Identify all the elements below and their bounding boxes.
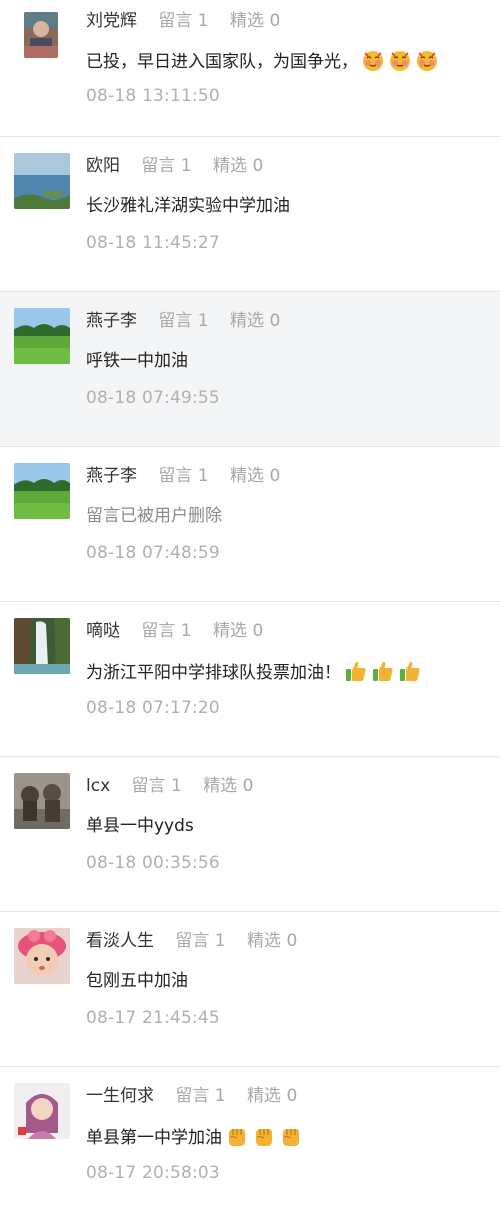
featured-count[interactable]: 精选 0 [247, 931, 297, 951]
portrait-avatar-image [24, 12, 58, 58]
featured-count[interactable]: 精选 0 [203, 776, 253, 796]
author-name[interactable]: 刘党辉 [86, 11, 137, 31]
featured-count[interactable]: 精选 0 [213, 621, 263, 641]
featured-count[interactable]: 精选 0 [230, 311, 280, 331]
comment-timestamp: 08-18 07:17:20 [86, 698, 220, 718]
reply-count[interactable]: 留言 1 [158, 11, 208, 31]
author-name[interactable]: 看淡人生 [86, 931, 154, 951]
comment-timestamp: 08-18 13:11:50 [86, 86, 220, 106]
reply-count[interactable]: 留言 1 [132, 776, 182, 796]
comment-meta: 一生何求 留言 1 精选 0 [86, 1085, 313, 1107]
comment-timestamp: 08-18 11:45:27 [86, 233, 220, 253]
avatar[interactable] [24, 12, 58, 58]
avatar[interactable] [14, 1083, 70, 1139]
comment-timestamp: 08-18 07:48:59 [86, 543, 220, 563]
blush-face-icon [388, 48, 412, 72]
featured-count[interactable]: 精选 0 [247, 1086, 297, 1106]
author-name[interactable]: 嘀哒 [86, 621, 120, 641]
comment-text: 包刚五中加油 [86, 971, 188, 991]
comment-item: 燕子李 留言 1 精选 0 呼铁一中加油 08-18 07:49:55 [0, 292, 500, 447]
comment-timestamp: 08-18 00:35:56 [86, 853, 220, 873]
comment-meta: 刘党辉 留言 1 精选 0 [86, 10, 296, 32]
comment-item: 嘀哒 留言 1 精选 0 为浙江平阳中学排球队投票加油！ 08-18 07:17… [0, 602, 500, 757]
comment-text: 单县第一中学加油 [86, 1124, 303, 1150]
comment-item: 看淡人生 留言 1 精选 0 包刚五中加油 08-17 21:45:45 [0, 912, 500, 1067]
comment-timestamp: 08-17 20:58:03 [86, 1163, 220, 1183]
statue-avatar-image [14, 773, 70, 829]
author-name[interactable]: lcx [86, 776, 110, 796]
author-name[interactable]: 欧阳 [86, 156, 120, 176]
fist-icon [225, 1124, 249, 1148]
comment-meta: 燕子李 留言 1 精选 0 [86, 465, 296, 487]
comment-text: 长沙雅礼洋湖实验中学加油 [86, 196, 290, 216]
reply-count[interactable]: 留言 1 [158, 311, 208, 331]
author-name[interactable]: 燕子李 [86, 311, 137, 331]
avatar[interactable] [14, 618, 70, 674]
comment-text-content: 单县第一中学加油 [86, 1128, 222, 1148]
reply-count[interactable]: 留言 1 [158, 466, 208, 486]
comment-text: 已投，早日进入国家队，为国争光， [86, 48, 439, 74]
comment-meta: 燕子李 留言 1 精选 0 [86, 310, 296, 332]
featured-count[interactable]: 精选 0 [230, 11, 280, 31]
reply-count[interactable]: 留言 1 [175, 1086, 225, 1106]
comment-item: 刘党辉 留言 1 精选 0 已投，早日进入国家队，为国争光， 08-18 13:… [0, 0, 500, 137]
meadow-avatar-image [14, 463, 70, 519]
comment-text-content: 为浙江平阳中学排球队投票加油！ [86, 663, 341, 683]
avatar[interactable] [14, 773, 70, 829]
comment-timestamp: 08-17 21:45:45 [86, 1008, 220, 1028]
comment-item: 一生何求 留言 1 精选 0 单县第一中学加油 08-17 20:58:03 [0, 1067, 500, 1222]
author-name[interactable]: 一生何求 [86, 1086, 154, 1106]
comment-text-content: 已投，早日进入国家队，为国争光， [86, 52, 358, 72]
avatar[interactable] [14, 928, 70, 984]
avatar[interactable] [14, 463, 70, 519]
baby-avatar-image [14, 928, 70, 984]
featured-count[interactable]: 精选 0 [230, 466, 280, 486]
woman-avatar-image [14, 1083, 70, 1139]
fist-icon [252, 1124, 276, 1148]
featured-count[interactable]: 精选 0 [213, 156, 263, 176]
meadow-avatar-image [14, 308, 70, 364]
comment-text: 为浙江平阳中学排球队投票加油！ [86, 659, 422, 685]
comment-item: 燕子李 留言 1 精选 0 留言已被用户删除 08-18 07:48:59 [0, 447, 500, 602]
avatar[interactable] [14, 153, 70, 209]
blush-face-icon [415, 48, 439, 72]
comment-list: 刘党辉 留言 1 精选 0 已投，早日进入国家队，为国争光， 08-18 13:… [0, 0, 500, 1222]
comment-meta: lcx 留言 1 精选 0 [86, 775, 269, 797]
lake-avatar-image [14, 153, 70, 209]
reply-count[interactable]: 留言 1 [141, 621, 191, 641]
reply-count[interactable]: 留言 1 [141, 156, 191, 176]
blush-face-icon [361, 48, 385, 72]
comment-timestamp: 08-18 07:49:55 [86, 388, 220, 408]
thumbs-up-icon [371, 659, 395, 683]
thumbs-up-icon [344, 659, 368, 683]
comment-text: 呼铁一中加油 [86, 351, 188, 371]
deleted-comment-notice: 留言已被用户删除 [86, 506, 222, 526]
comment-item: 欧阳 留言 1 精选 0 长沙雅礼洋湖实验中学加油 08-18 11:45:27 [0, 137, 500, 292]
comment-meta: 看淡人生 留言 1 精选 0 [86, 930, 313, 952]
thumbs-up-icon [398, 659, 422, 683]
fist-icon [279, 1124, 303, 1148]
comment-meta: 欧阳 留言 1 精选 0 [86, 155, 279, 177]
waterfall-avatar-image [14, 618, 70, 674]
comment-meta: 嘀哒 留言 1 精选 0 [86, 620, 279, 642]
avatar[interactable] [14, 308, 70, 364]
author-name[interactable]: 燕子李 [86, 466, 137, 486]
comment-item: lcx 留言 1 精选 0 单县一中yyds 08-18 00:35:56 [0, 757, 500, 912]
comment-text: 单县一中yyds [86, 816, 194, 836]
reply-count[interactable]: 留言 1 [175, 931, 225, 951]
